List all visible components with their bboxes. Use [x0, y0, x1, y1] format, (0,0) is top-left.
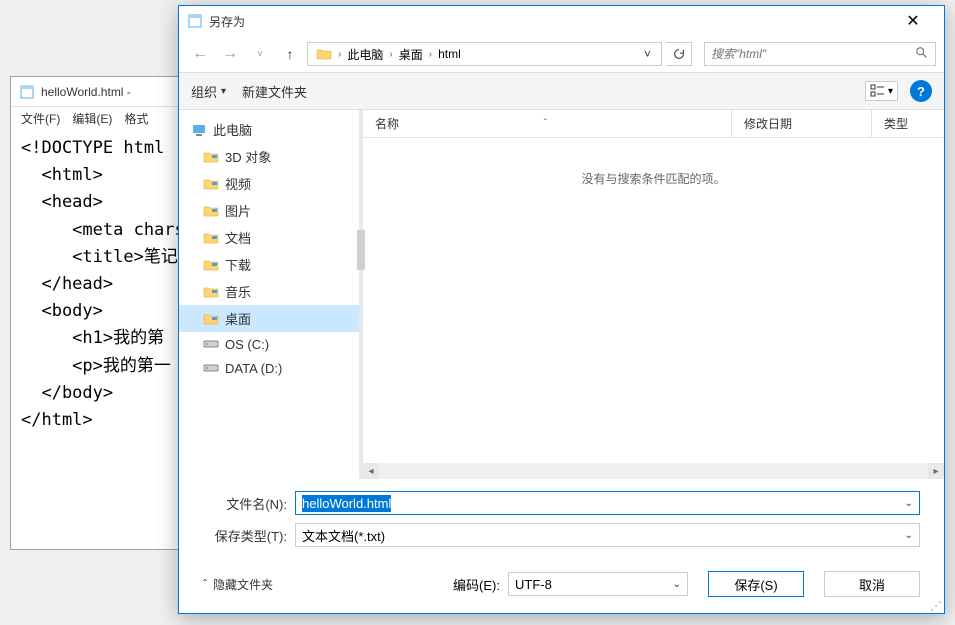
- filename-label: 文件名(N):: [203, 494, 295, 513]
- button-area: ˆ 隐藏文件夹 编码(E): UTF-8 ⌄ 保存(S) 取消: [179, 563, 944, 613]
- back-button[interactable]: ←: [187, 41, 213, 67]
- menu-file[interactable]: 文件(F): [15, 108, 66, 129]
- column-type[interactable]: 类型: [872, 110, 944, 137]
- tree-item-music[interactable]: 音乐: [179, 278, 359, 305]
- folder-icon: [203, 149, 219, 165]
- empty-message: 没有与搜索条件匹配的项。: [581, 170, 725, 187]
- encoding-select[interactable]: UTF-8 ⌄: [508, 572, 688, 596]
- breadcrumb-root-icon[interactable]: [312, 44, 336, 64]
- breadcrumb-item[interactable]: 桌面: [395, 44, 427, 65]
- navigation-tree[interactable]: 此电脑 3D 对象 视频 图片 文档 下载: [179, 110, 359, 479]
- search-input[interactable]: [711, 47, 915, 61]
- scroll-left-button[interactable]: ◂: [363, 463, 379, 479]
- organize-button[interactable]: 组织 ▾: [191, 82, 226, 101]
- menu-format[interactable]: 格式: [118, 108, 154, 129]
- folder-icon: [203, 311, 219, 327]
- breadcrumb-item[interactable]: html: [434, 45, 465, 63]
- scroll-track[interactable]: [379, 463, 928, 479]
- breadcrumb-dropdown[interactable]: ˅: [638, 47, 657, 61]
- filetype-select[interactable]: 文本文档(*.txt) ⌄: [295, 523, 920, 547]
- filetype-label: 保存类型(T):: [203, 526, 295, 545]
- save-button[interactable]: 保存(S): [708, 571, 804, 597]
- cancel-button[interactable]: 取消: [824, 571, 920, 597]
- menu-edit[interactable]: 编辑(E): [66, 108, 118, 129]
- encoding-label: 编码(E):: [453, 575, 500, 594]
- sort-indicator-icon: ˆ: [544, 118, 547, 129]
- tree-item-downloads[interactable]: 下载: [179, 251, 359, 278]
- file-list-pane: 名称 ˆ 修改日期 类型 没有与搜索条件匹配的项。 ◂ ▸: [363, 110, 944, 479]
- column-date[interactable]: 修改日期: [732, 110, 872, 137]
- filename-input[interactable]: helloWorld.html ⌄: [295, 491, 920, 515]
- file-list[interactable]: 没有与搜索条件匹配的项。: [363, 138, 944, 463]
- tree-item-pictures[interactable]: 图片: [179, 197, 359, 224]
- notepad-icon: [187, 13, 203, 29]
- tree-item-this-pc[interactable]: 此电脑: [179, 116, 359, 143]
- dialog-titlebar[interactable]: 另存为 ✕: [179, 6, 944, 36]
- close-button[interactable]: ✕: [890, 6, 936, 36]
- file-list-header: 名称 ˆ 修改日期 类型: [363, 110, 944, 138]
- chevron-right-icon[interactable]: ›: [387, 49, 394, 60]
- tree-item-videos[interactable]: 视频: [179, 170, 359, 197]
- drive-icon: [203, 360, 219, 376]
- folder-icon: [203, 284, 219, 300]
- help-button[interactable]: ?: [910, 80, 932, 102]
- tree-item-3d-objects[interactable]: 3D 对象: [179, 143, 359, 170]
- chevron-down-icon: ⌄: [673, 579, 681, 590]
- chevron-down-icon: ▾: [221, 86, 226, 97]
- hide-folders-toggle[interactable]: ˆ 隐藏文件夹: [203, 576, 273, 593]
- search-icon[interactable]: [915, 46, 929, 63]
- tree-item-drive-d[interactable]: DATA (D:): [179, 356, 359, 380]
- tree-item-desktop[interactable]: 桌面: [179, 305, 359, 332]
- up-button[interactable]: ↑: [277, 41, 303, 67]
- form-area: 文件名(N): helloWorld.html ⌄ 保存类型(T): 文本文档(…: [179, 479, 944, 563]
- folder-icon: [203, 257, 219, 273]
- folder-icon: [203, 176, 219, 192]
- breadcrumb-item[interactable]: 此电脑: [343, 44, 387, 65]
- save-as-dialog: 另存为 ✕ ← → ˅ ↑ › 此电脑 › 桌面 › html ˅: [178, 5, 945, 614]
- forward-button[interactable]: →: [217, 41, 243, 67]
- new-folder-button[interactable]: 新建文件夹: [242, 82, 307, 101]
- chevron-down-icon: ⌄: [905, 530, 913, 541]
- view-options-button[interactable]: ▾: [865, 81, 898, 101]
- dialog-toolbar: 组织 ▾ 新建文件夹 ▾ ?: [179, 72, 944, 110]
- computer-icon: [191, 122, 207, 138]
- search-box[interactable]: [704, 42, 936, 66]
- chevron-right-icon[interactable]: ›: [336, 49, 343, 60]
- notepad-icon: [19, 84, 35, 100]
- recent-dropdown[interactable]: ˅: [247, 41, 273, 67]
- dialog-title: 另存为: [209, 13, 890, 30]
- chevron-down-icon[interactable]: ⌄: [905, 498, 913, 509]
- resize-grip[interactable]: ⋰: [930, 599, 942, 611]
- scroll-right-button[interactable]: ▸: [928, 463, 944, 479]
- chevron-up-icon: ˆ: [203, 577, 207, 591]
- navigation-bar: ← → ˅ ↑ › 此电脑 › 桌面 › html ˅: [179, 36, 944, 72]
- drive-icon: [203, 336, 219, 352]
- dialog-body: 此电脑 3D 对象 视频 图片 文档 下载: [179, 110, 944, 479]
- breadcrumb-path[interactable]: › 此电脑 › 桌面 › html ˅: [307, 42, 662, 66]
- column-name[interactable]: 名称 ˆ: [363, 110, 732, 137]
- tree-item-documents[interactable]: 文档: [179, 224, 359, 251]
- folder-icon: [203, 203, 219, 219]
- horizontal-scrollbar[interactable]: ◂ ▸: [363, 463, 944, 479]
- chevron-right-icon[interactable]: ›: [427, 49, 434, 60]
- folder-icon: [203, 230, 219, 246]
- notepad-title: helloWorld.html -: [41, 85, 131, 99]
- tree-item-drive-c[interactable]: OS (C:): [179, 332, 359, 356]
- refresh-button[interactable]: [666, 42, 692, 66]
